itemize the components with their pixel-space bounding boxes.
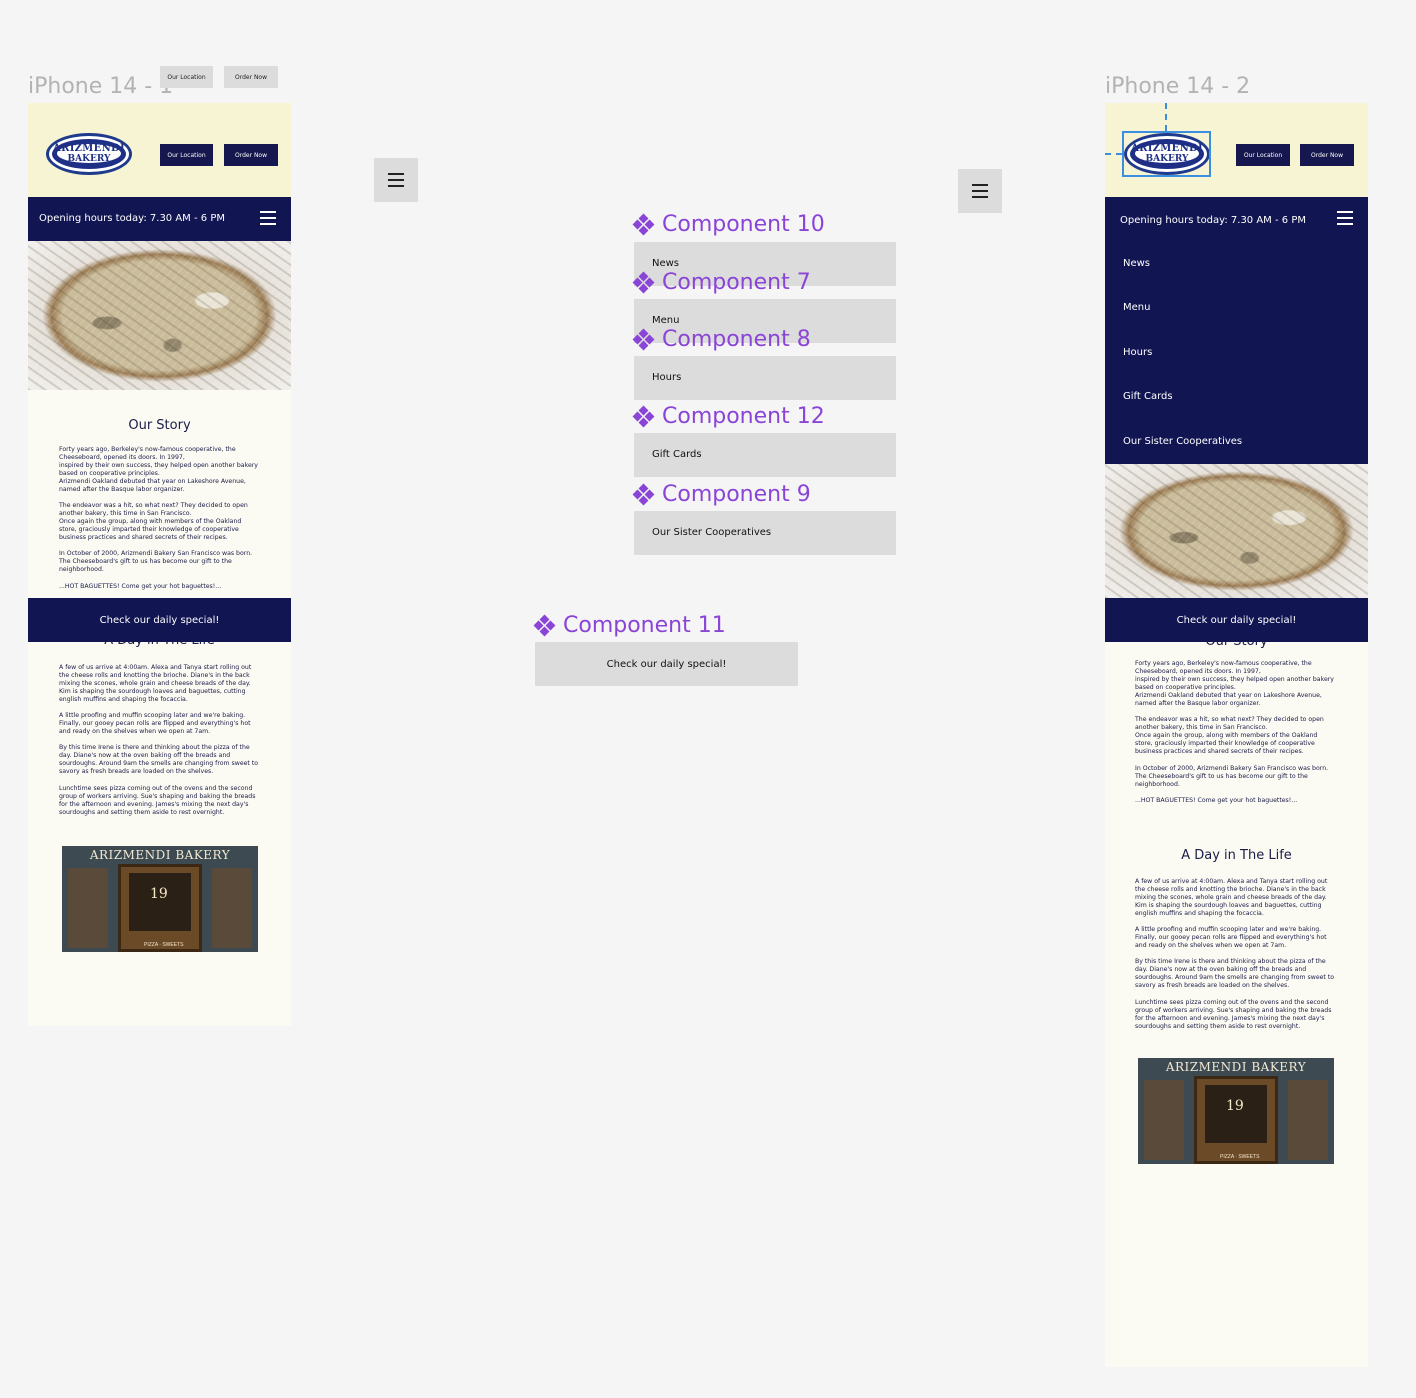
component-label-text: Component 7 <box>662 270 811 295</box>
logo-line-2: BAKERY <box>67 154 111 164</box>
story-paragraph-4: ...HOT BAGUETTES! Come get your hot bagu… <box>1135 797 1298 804</box>
component-12-label[interactable]: Component 12 <box>632 404 825 429</box>
story-paragraph-2: The endeavor was a hit, so what next? Th… <box>1135 716 1324 755</box>
component-hours-text: Hours <box>652 372 682 383</box>
opening-hours-text: Opening hours today: 7.30 AM - 6 PM <box>1120 215 1306 226</box>
floating-order-now-button[interactable]: Order Now <box>224 66 278 88</box>
bakery-logo[interactable]: ARIZMENDI BAKERY <box>46 133 132 175</box>
pizza-image <box>28 241 291 390</box>
component-label-text: Component 8 <box>662 327 811 352</box>
day-in-life-title: A Day in The Life <box>1181 848 1292 863</box>
day-paragraph-4: Lunchtime sees pizza coming out of the o… <box>59 785 256 816</box>
hamburger-icon[interactable] <box>1337 211 1353 225</box>
storefront-sign: ARIZMENDI BAKERY <box>1165 1060 1307 1074</box>
our-location-button[interactable]: Our Location <box>1236 144 1290 166</box>
component-8-label[interactable]: Component 8 <box>632 327 811 352</box>
component-label-text: Component 10 <box>662 212 825 237</box>
storefront-years: 19 <box>1226 1098 1244 1114</box>
storefront-sign: ARIZMENDI BAKERY <box>89 848 231 862</box>
component-daily-special-text: Check our daily special! <box>606 658 727 670</box>
menu-item-sister-cooperatives[interactable]: Our Sister Cooperatives <box>1123 436 1242 447</box>
component-icon <box>632 328 655 350</box>
component-7-label[interactable]: Component 7 <box>632 270 811 295</box>
day-paragraph-2: A little proofing and muffin scooping la… <box>1135 926 1327 949</box>
component-icon <box>632 271 655 293</box>
component-label-text: Component 11 <box>563 613 726 638</box>
iphone-frame-2: ARIZMENDI BAKERY Our Location Order Now … <box>1105 103 1368 1367</box>
floating-menu-button[interactable] <box>374 158 418 202</box>
story-paragraph-3: In October of 2000, Arizmendi Bakery San… <box>1135 765 1329 788</box>
hamburger-icon <box>972 184 988 198</box>
story-paragraph-4: ...HOT BAGUETTES! Come get your hot bagu… <box>59 583 222 590</box>
day-paragraph-4: Lunchtime sees pizza coming out of the o… <box>1135 999 1332 1030</box>
order-now-button[interactable]: Order Now <box>1300 144 1354 166</box>
component-icon <box>533 614 556 636</box>
storefront-bottom-text: PIZZA · SWEETS <box>1220 1154 1260 1160</box>
hours-bar-with-menu: Opening hours today: 7.30 AM - 6 PM News… <box>1105 197 1368 464</box>
storefront-image: ARIZMENDI BAKERY 19 PIZZA · SWEETS <box>1138 1058 1334 1164</box>
component-daily-special-box[interactable]: Check our daily special! <box>535 642 798 686</box>
storefront-image: ARIZMENDI BAKERY 19 PIZZA · SWEETS <box>62 846 258 952</box>
component-icon <box>632 483 655 505</box>
site-header: ARIZMENDI BAKERY Our Location Order Now <box>28 103 291 197</box>
logo-line-1: ARIZMENDI <box>53 143 125 154</box>
component-icon <box>632 213 655 235</box>
story-paragraph-3: In October of 2000, Arizmendi Bakery San… <box>59 550 253 573</box>
our-story-title: Our Story <box>128 418 191 433</box>
selection-guide-horizontal <box>1105 153 1122 155</box>
frame-label-iphone-2[interactable]: iPhone 14 - 2 <box>1105 74 1250 99</box>
component-10-label[interactable]: Component 10 <box>632 212 825 237</box>
day-paragraph-3: By this time Irene is there and thinking… <box>1135 958 1335 989</box>
component-label-text: Component 9 <box>662 482 811 507</box>
our-location-button[interactable]: Our Location <box>160 144 213 166</box>
menu-item-hours[interactable]: Hours <box>1123 347 1152 358</box>
component-9-label[interactable]: Component 9 <box>632 482 811 507</box>
component-hours-box[interactable]: Hours <box>634 356 896 400</box>
day-paragraph-3: By this time Irene is there and thinking… <box>59 744 259 775</box>
selection-outline <box>1122 131 1211 177</box>
component-sister-coops-text: Our Sister Cooperatives <box>652 527 772 538</box>
hours-bar: Opening hours today: 7.30 AM - 6 PM <box>28 197 291 241</box>
opening-hours-text: Opening hours today: 7.30 AM - 6 PM <box>39 213 225 224</box>
floating-menu-button-2[interactable] <box>958 169 1002 213</box>
selection-guide-vertical <box>1165 103 1167 131</box>
storefront-bottom-text: PIZZA · SWEETS <box>144 942 184 948</box>
component-11-label[interactable]: Component 11 <box>533 613 726 638</box>
iphone-frame-1: ARIZMENDI BAKERY Our Location Order Now … <box>28 103 291 1026</box>
frame-label-iphone-1[interactable]: iPhone 14 - 1 <box>28 74 173 99</box>
pizza-image <box>1105 464 1368 598</box>
menu-item-news[interactable]: News <box>1123 258 1150 269</box>
component-news-text: News <box>652 258 680 269</box>
menu-item-gift-cards[interactable]: Gift Cards <box>1123 391 1173 402</box>
story-paragraph-1: Forty years ago, Berkeley's now-famous c… <box>59 446 258 493</box>
daily-special-button[interactable]: Check our daily special! <box>1105 598 1368 642</box>
story-paragraph-1: Forty years ago, Berkeley's now-famous c… <box>1135 660 1334 707</box>
storefront-years: 19 <box>150 886 168 902</box>
daily-special-button[interactable]: Check our daily special! <box>28 598 291 642</box>
component-gift-cards-text: Gift Cards <box>652 449 702 460</box>
menu-item-menu[interactable]: Menu <box>1123 302 1150 313</box>
component-menu-text: Menu <box>652 315 680 326</box>
component-gift-cards-box[interactable]: Gift Cards <box>634 433 896 477</box>
day-paragraph-1: A few of us arrive at 4:00am. Alexa and … <box>59 664 252 703</box>
story-paragraph-2: The endeavor was a hit, so what next? Th… <box>59 502 248 541</box>
hamburger-icon <box>388 173 404 187</box>
order-now-button[interactable]: Order Now <box>224 144 278 166</box>
component-label-text: Component 12 <box>662 404 825 429</box>
floating-our-location-button[interactable]: Our Location <box>160 66 213 88</box>
site-header: ARIZMENDI BAKERY Our Location Order Now <box>1105 103 1368 197</box>
day-paragraph-1: A few of us arrive at 4:00am. Alexa and … <box>1135 878 1328 917</box>
hamburger-icon[interactable] <box>260 211 276 225</box>
component-sister-coops-box[interactable]: Our Sister Cooperatives <box>634 511 896 555</box>
component-icon <box>632 405 655 427</box>
day-paragraph-2: A little proofing and muffin scooping la… <box>59 712 251 735</box>
